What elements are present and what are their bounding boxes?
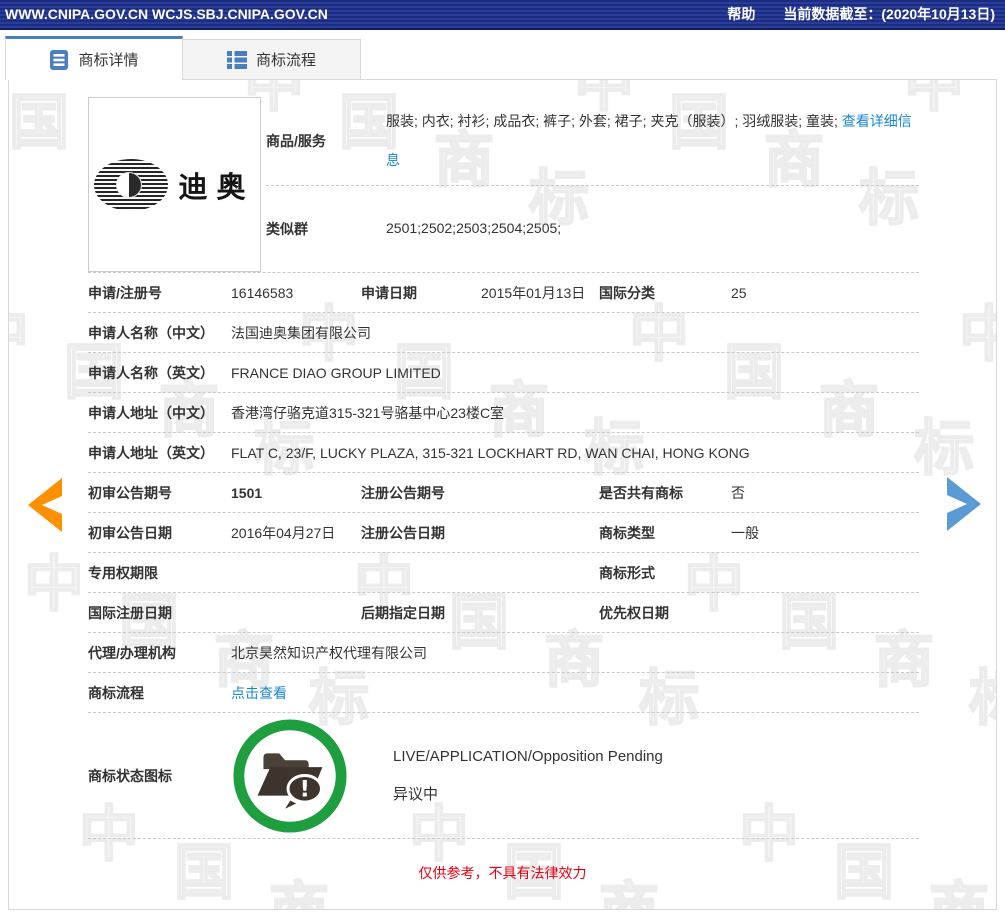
trademark-logo-ellipse bbox=[94, 158, 169, 211]
data-cutoff-text: 当前数据截至：(2020年10月13日) bbox=[783, 6, 995, 22]
disclaimer-text: 仅供参考，不具有法律效力 bbox=[418, 865, 587, 881]
field-label: 后期指定日期 bbox=[361, 604, 445, 621]
field-label: 代理/办理机构 bbox=[88, 644, 176, 661]
field-label: 初审公告日期 bbox=[88, 524, 172, 541]
click-to-view-link[interactable]: 点击查看 bbox=[231, 685, 287, 701]
field-label: 申请人名称（英文） bbox=[88, 364, 214, 381]
status-line-cn: 异议中 bbox=[393, 785, 439, 803]
field-value: 否 bbox=[731, 484, 745, 501]
topbar: WWW.CNIPA.GOV.CN WCJS.SBJ.CNIPA.GOV.CN 帮… bbox=[0, 0, 1005, 30]
field-label: 申请人名称（中文） bbox=[88, 324, 214, 341]
goods-services-label: 商品/服务 bbox=[266, 133, 326, 149]
tab-trademark-details[interactable]: 商标详情 bbox=[5, 36, 183, 80]
field-label: 国际注册日期 bbox=[88, 604, 172, 621]
field-value: FLAT C, 23/F, LUCKY PLAZA, 315-321 LOCKH… bbox=[231, 444, 750, 461]
field-label: 国际分类 bbox=[599, 284, 655, 301]
table-row-initial-publication-no: 初审公告期号 1501 注册公告期号 是否共有商标 否 bbox=[88, 473, 919, 513]
table-row-exclusive-period: 专用权期限 商标形式 bbox=[88, 553, 919, 593]
field-value: 1501 bbox=[231, 484, 263, 501]
field-value: 香港湾仔骆克道315-321号骆基中心23楼C室 bbox=[231, 404, 505, 421]
table-row-applicant-name-cn: 申请人名称（中文） 法国迪奥集团有限公司 bbox=[88, 313, 919, 353]
field-label: 注册公告日期 bbox=[361, 524, 445, 541]
field-value: 点击查看 bbox=[231, 683, 919, 703]
field-value: FRANCE DIAO GROUP LIMITED bbox=[231, 364, 441, 381]
trademark-detail-panel: 中国商标中国商标中国商标中国商标中国商标中国商标中国商标中国商标中国商标中国商标… bbox=[8, 79, 997, 910]
table-row-intl-registration-date: 国际注册日期 后期指定日期 优先权日期 bbox=[88, 593, 919, 633]
detail-list-icon bbox=[49, 49, 69, 70]
field-label: 注册公告期号 bbox=[361, 484, 445, 501]
folder-alert-icon: ! bbox=[231, 717, 349, 835]
table-row-agency: 代理/办理机构 北京昊然知识产权代理有限公司 bbox=[88, 633, 919, 673]
tab-bar: 商标详情 商标流程 bbox=[5, 36, 1005, 80]
trademark-logo-text: 迪奥 bbox=[178, 171, 255, 204]
field-value: 一般 bbox=[731, 524, 759, 541]
table-row-application: 申请/注册号 16146583 申请日期 2015年01月13日 国际分类 25 bbox=[88, 273, 919, 313]
table-row-applicant-addr-cn: 申请人地址（中文） 香港湾仔骆克道315-321号骆基中心23楼C室 bbox=[88, 393, 919, 433]
field-label: 商标流程 bbox=[88, 684, 144, 701]
table-row-trademark-flow: 商标流程 点击查看 bbox=[88, 673, 919, 713]
disclaimer-band: 仅供参考，不具有法律效力 bbox=[9, 839, 996, 909]
field-value: 2016年04月27日 bbox=[231, 524, 336, 541]
field-label: 专用权期限 bbox=[88, 564, 158, 581]
field-label: 申请/注册号 bbox=[88, 284, 162, 301]
top-section: 迪奥 商品/服务 服装; 内衣; 衬衫; 成品衣; 裤子; 外套; 裙子; 夹克… bbox=[88, 97, 919, 273]
flow-list-icon bbox=[226, 50, 247, 70]
goods-services-value: 服装; 内衣; 衬衫; 成品衣; 裤子; 外套; 裙子; 夹克（服装）; 羽绒服… bbox=[386, 102, 919, 180]
field-value: 2015年01月13日 bbox=[481, 284, 586, 301]
page: WWW.CNIPA.GOV.CN WCJS.SBJ.CNIPA.GOV.CN 帮… bbox=[0, 0, 1005, 917]
field-label: 商标类型 bbox=[599, 524, 655, 541]
prev-arrow[interactable] bbox=[24, 478, 68, 532]
status-label: 商标状态图标 bbox=[88, 767, 172, 784]
similar-group-row: 类似群 2501;2502;2503;2504;2505; bbox=[266, 186, 919, 271]
status-line-en: LIVE/APPLICATION/Opposition Pending bbox=[393, 747, 663, 765]
table-row-applicant-name-en: 申请人名称（英文） FRANCE DIAO GROUP LIMITED bbox=[88, 353, 919, 393]
field-label: 优先权日期 bbox=[599, 604, 669, 621]
similar-group-value: 2501;2502;2503;2504;2505; bbox=[386, 220, 562, 236]
field-value: 25 bbox=[731, 284, 747, 301]
field-value: 法国迪奥集团有限公司 bbox=[231, 324, 371, 341]
field-label: 申请人地址（英文） bbox=[88, 444, 214, 461]
field-label: 是否共有商标 bbox=[599, 484, 683, 501]
table-row-initial-publication-date: 初审公告日期 2016年04月27日 注册公告日期 商标类型 一般 bbox=[88, 513, 919, 553]
field-label: 申请日期 bbox=[361, 284, 417, 301]
site-domains: WWW.CNIPA.GOV.CN WCJS.SBJ.CNIPA.GOV.CN bbox=[5, 6, 328, 22]
svg-text:!: ! bbox=[300, 776, 310, 802]
field-label: 申请人地址（中文） bbox=[88, 404, 214, 421]
tab-trademark-flow[interactable]: 商标流程 bbox=[183, 39, 361, 79]
table-row-status: 商标状态图标 ! LIVE/APPLICATION/Opposition Pen… bbox=[88, 713, 919, 839]
trademark-image: 迪奥 bbox=[88, 97, 261, 272]
table-row-applicant-addr-en: 申请人地址（英文） FLAT C, 23/F, LUCKY PLAZA, 315… bbox=[88, 433, 919, 473]
field-label: 商标形式 bbox=[599, 564, 655, 581]
tab-details-label: 商标详情 bbox=[78, 52, 139, 69]
field-value: 16146583 bbox=[231, 284, 294, 301]
field-label: 初审公告期号 bbox=[88, 484, 172, 501]
help-link[interactable]: 帮助 bbox=[727, 4, 755, 24]
field-value: 北京昊然知识产权代理有限公司 bbox=[231, 644, 427, 661]
trademark-logo-circle bbox=[116, 171, 143, 198]
goods-services-text: 服装; 内衣; 衬衫; 成品衣; 裤子; 外套; 裙子; 夹克（服装）; 羽绒服… bbox=[386, 113, 842, 129]
tab-flow-label: 商标流程 bbox=[255, 52, 316, 69]
similar-group-label: 类似群 bbox=[266, 220, 308, 237]
next-arrow[interactable] bbox=[941, 477, 985, 531]
goods-services-row: 商品/服务 服装; 内衣; 衬衫; 成品衣; 裤子; 外套; 裙子; 夹克（服装… bbox=[266, 97, 919, 186]
